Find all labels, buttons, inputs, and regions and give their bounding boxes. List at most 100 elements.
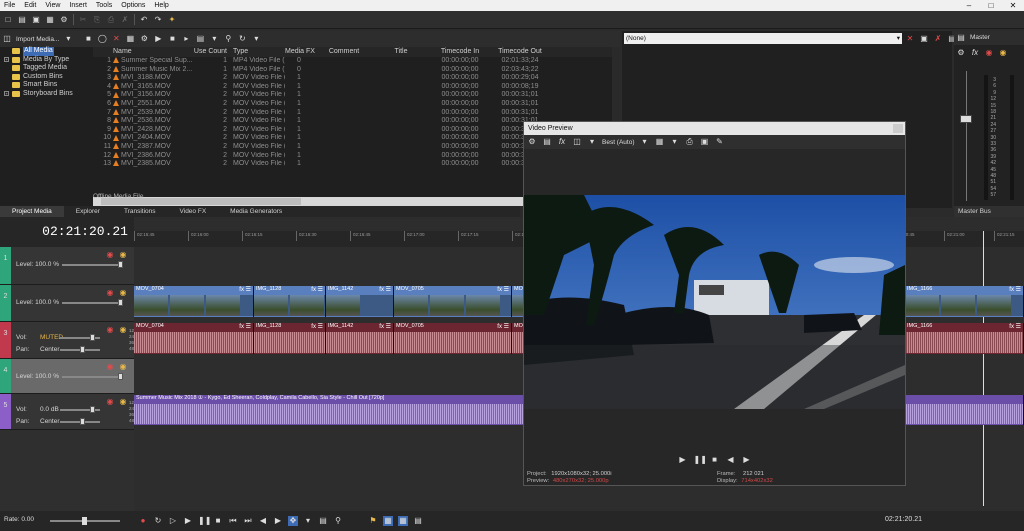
redo-icon[interactable]: ↷ xyxy=(153,15,163,25)
views-dropdown-icon[interactable]: ▾ xyxy=(209,34,219,44)
trimmer-close-icon[interactable]: ✕ xyxy=(905,34,915,44)
bin-item[interactable]: All Media xyxy=(0,47,93,56)
undo-icon[interactable]: ↶ xyxy=(139,15,149,25)
preview-fx-icon[interactable]: fx xyxy=(557,137,567,147)
track-solo-icon[interactable]: ◉ xyxy=(118,397,128,407)
bin-item[interactable]: Custom Bins xyxy=(0,73,93,82)
master-settings-icon[interactable]: ⚙ xyxy=(956,48,966,58)
master-fx-icon[interactable]: fx xyxy=(970,48,980,58)
track-header-5[interactable]: 5 ◉ ◉ Vol: 0.0 dB Pan: Center 12 24 36 48 xyxy=(0,394,134,430)
column-header[interactable]: Comment xyxy=(313,47,375,57)
column-header[interactable] xyxy=(93,47,113,57)
bin-item[interactable]: Smart Bins xyxy=(0,81,93,90)
slider-knob[interactable] xyxy=(118,373,123,380)
clip-fx-icon[interactable]: fx ☰ xyxy=(497,323,509,330)
edit-tool-icon[interactable]: ✦ xyxy=(167,15,177,25)
video-clip[interactable]: MOV_0705 fx ☰ xyxy=(394,286,512,317)
video-clip[interactable]: IMG_1166 fx ☰ xyxy=(905,286,1024,317)
views-icon[interactable]: ▤ xyxy=(195,34,205,44)
expand-icon[interactable]: + xyxy=(4,57,9,63)
lock-envelopes-icon[interactable]: ▦ xyxy=(398,516,408,526)
track-mute-icon[interactable]: ◉ xyxy=(105,288,115,298)
track-vol-slider[interactable] xyxy=(60,406,100,413)
overlays-icon[interactable]: ▦ xyxy=(655,137,665,147)
play-media-icon[interactable]: ▶ xyxy=(153,34,163,44)
more-dropdown-icon[interactable]: ▾ xyxy=(251,34,261,44)
envelope-tool-icon[interactable]: ▤ xyxy=(318,516,328,526)
audio-clip[interactable]: IMG_1166 fx ☰ xyxy=(905,323,1024,354)
track-pan-slider[interactable] xyxy=(60,418,100,425)
track-level-slider[interactable] xyxy=(62,373,123,380)
audio-clip[interactable]: MOV_0705 fx ☰ xyxy=(394,323,512,354)
tab-project-media[interactable]: Project Media xyxy=(0,206,64,217)
media-row[interactable]: 5 MVI_3156.MOV 2 MOV Video File (V... 1 00:00… xyxy=(93,91,613,100)
new-project-icon[interactable]: □ xyxy=(3,15,13,25)
column-header[interactable]: Type xyxy=(233,47,285,57)
prev-frame-icon[interactable]: ◀ xyxy=(258,516,268,526)
video-clip[interactable]: MOV_0704 fx ☰ xyxy=(134,286,254,317)
search-icon[interactable]: ⚲ xyxy=(223,34,233,44)
menu-edit[interactable]: Edit xyxy=(24,2,36,9)
menu-view[interactable]: View xyxy=(45,2,60,9)
pin-icon[interactable]: ✎ xyxy=(715,137,725,147)
stop-media-icon[interactable]: ■ xyxy=(167,34,177,44)
track-pan-slider[interactable] xyxy=(60,346,100,353)
track-mute-icon[interactable]: ◉ xyxy=(105,397,115,407)
slider-knob[interactable] xyxy=(90,334,95,341)
clip-fx-icon[interactable]: fx ☰ xyxy=(1009,323,1021,330)
maximize-icon[interactable]: □ xyxy=(980,0,1002,11)
settings-icon[interactable]: ⚙ xyxy=(59,15,69,25)
preview-stop-icon[interactable]: ■ xyxy=(710,455,720,465)
timeline-timecode[interactable]: 02:21:20.21 xyxy=(0,217,134,247)
media-row[interactable]: 7 MVI_2539.MOV 2 MOV Video File (V... 1 00:00… xyxy=(93,109,613,118)
auto-ripple-icon[interactable]: ▦ xyxy=(383,516,393,526)
paste-icon[interactable]: ⎙ xyxy=(106,15,116,25)
media-list-horizontal-scrollbar[interactable] xyxy=(93,197,523,206)
preview-next-frame-icon[interactable]: ▶ xyxy=(742,455,752,465)
open-folder-icon[interactable]: ▤ xyxy=(17,15,27,25)
minimize-icon[interactable]: – xyxy=(958,0,980,11)
external-monitor-icon[interactable]: ▤ xyxy=(542,137,552,147)
master-solo-icon[interactable]: ◉ xyxy=(998,48,1008,58)
audio-clip[interactable]: IMG_1142 fx ☰ xyxy=(326,323,394,354)
dropdown-arrow-icon[interactable]: ▾ xyxy=(63,34,73,44)
video-preview-titlebar[interactable]: Video Preview xyxy=(524,122,905,135)
ignore-grouping-icon[interactable]: ▤ xyxy=(413,516,423,526)
rate-slider[interactable] xyxy=(50,517,120,525)
slider-knob[interactable] xyxy=(80,346,85,353)
track-solo-icon[interactable]: ◉ xyxy=(118,325,128,335)
track-header-2[interactable]: 2 ◉ ◉ Level: 100.0 % xyxy=(0,285,134,322)
column-header[interactable]: Title xyxy=(375,47,427,57)
play-icon[interactable]: ▶ xyxy=(183,516,193,526)
properties-icon[interactable]: ⚙ xyxy=(139,34,149,44)
track-solo-icon[interactable]: ◉ xyxy=(118,288,128,298)
record-icon[interactable]: ● xyxy=(138,516,148,526)
refresh-icon[interactable]: ↻ xyxy=(237,34,247,44)
clip-fx-icon[interactable]: fx ☰ xyxy=(311,323,323,330)
clip-fx-icon[interactable]: fx ☰ xyxy=(379,323,391,330)
import-media-icon[interactable]: ◫ xyxy=(2,34,12,44)
remove-media-icon[interactable]: ✕ xyxy=(111,34,121,44)
trimmer-clear-icon[interactable]: ✗ xyxy=(933,34,943,44)
slider-knob[interactable] xyxy=(118,261,123,268)
slider-knob[interactable] xyxy=(90,406,95,413)
column-header[interactable]: Timecode Out xyxy=(493,47,547,57)
get-media-icon[interactable]: ◯ xyxy=(97,34,107,44)
split-screen-icon[interactable]: ◫ xyxy=(572,137,582,147)
master-mute-icon[interactable]: ◉ xyxy=(984,48,994,58)
track-mute-icon[interactable]: ◉ xyxy=(105,325,115,335)
tab-transitions[interactable]: Transitions xyxy=(112,206,168,217)
copy-snapshot-icon[interactable]: ⎙ xyxy=(685,137,695,147)
expand-icon[interactable]: + xyxy=(4,91,9,97)
clip-fx-icon[interactable]: fx ☰ xyxy=(497,286,509,293)
menu-file[interactable]: File xyxy=(4,2,15,9)
master-properties-icon[interactable]: ▤ xyxy=(956,33,966,43)
tab-media-generators[interactable]: Media Generators xyxy=(218,206,294,217)
audio-clip[interactable]: IMG_1128 fx ☰ xyxy=(254,323,326,354)
bin-item[interactable]: + Storyboard Bins xyxy=(0,90,93,99)
snapping-icon[interactable]: ⚑ xyxy=(368,516,378,526)
edit-tool-dropdown-icon[interactable]: ▾ xyxy=(303,516,313,526)
track-level-slider[interactable] xyxy=(62,261,123,268)
column-header[interactable]: Timecode In xyxy=(427,47,493,57)
split-dropdown-icon[interactable]: ▾ xyxy=(587,137,597,147)
